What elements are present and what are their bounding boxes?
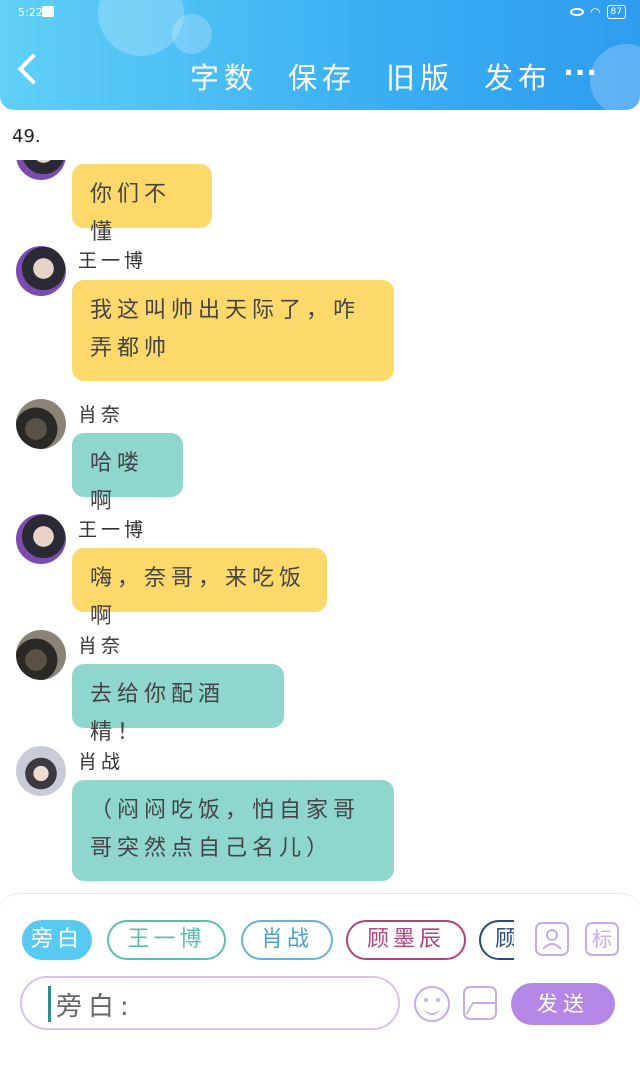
- mark-button[interactable]: 标: [585, 922, 619, 956]
- eye-icon: [570, 8, 585, 16]
- message-bubble[interactable]: （闷闷吃饭，怕自家哥哥突然点自己名儿）: [72, 780, 394, 881]
- message-bubble[interactable]: 我这叫帅出天际了，咋弄都帅: [72, 280, 394, 381]
- speaker-name: 肖奈: [78, 635, 125, 657]
- save-button[interactable]: 保存: [288, 55, 356, 97]
- header-bar: 5:22 ◠ 87 字数 保存 旧版 发布 ···: [0, 0, 640, 110]
- message-bubble[interactable]: 去给你配酒精！: [72, 664, 284, 745]
- avatar[interactable]: [16, 246, 66, 296]
- header-nav: 字数 保存 旧版 发布: [190, 55, 552, 97]
- role-chip-xiaozhan[interactable]: 肖战: [241, 920, 333, 960]
- input-prefix: 旁白:: [56, 992, 135, 1022]
- speaker-name: 肖奈: [78, 404, 125, 426]
- old-version-button[interactable]: 旧版: [386, 55, 454, 97]
- gallery-notification-icon: [42, 6, 54, 17]
- role-chip-narration[interactable]: 旁白: [22, 920, 92, 960]
- message-input[interactable]: 旁白:: [20, 976, 400, 1030]
- speaker-name: 王一博: [78, 250, 148, 272]
- speaker-name: 肖战: [78, 751, 125, 773]
- role-chip-gumochen[interactable]: 顾墨辰: [346, 920, 466, 960]
- image-icon[interactable]: [463, 986, 497, 1020]
- text-cursor: [48, 986, 51, 1022]
- wifi-icon: ◠: [590, 5, 601, 19]
- avatar[interactable]: [16, 746, 66, 796]
- publish-button[interactable]: 发布: [484, 55, 552, 97]
- message-bubble[interactable]: 嗨，奈哥，来吃饭啊: [72, 548, 327, 629]
- avatar[interactable]: [16, 399, 66, 449]
- avatar[interactable]: [16, 630, 66, 680]
- role-chip-bar[interactable]: 旁白 王一博 肖战 顾墨辰 顾: [22, 920, 514, 962]
- mark-label: 标: [592, 927, 612, 951]
- status-time: 5:22: [18, 6, 43, 19]
- send-button[interactable]: 发送: [511, 983, 615, 1025]
- message-bubble[interactable]: 你们不懂: [72, 164, 212, 245]
- chapter-number: 49.: [12, 126, 41, 147]
- role-chip-wangyibo[interactable]: 王一博: [107, 920, 226, 960]
- compose-panel: 旁白 王一博 肖战 顾墨辰 顾 标 旁白: 发送: [0, 893, 640, 1068]
- word-count-button[interactable]: 字数: [190, 55, 258, 97]
- message-bubble[interactable]: 哈喽啊: [72, 433, 183, 514]
- status-bar: 5:22 ◠ 87: [0, 0, 640, 26]
- back-arrow-icon[interactable]: [17, 53, 49, 85]
- battery-icon: 87: [606, 5, 626, 19]
- emoji-icon[interactable]: [414, 986, 450, 1022]
- person-icon: [542, 929, 562, 950]
- add-role-icon[interactable]: [535, 922, 569, 956]
- status-icons: ◠ 87: [570, 5, 626, 19]
- role-chip-partial[interactable]: 顾: [479, 920, 514, 960]
- avatar[interactable]: [16, 514, 66, 564]
- more-options-icon[interactable]: ···: [563, 56, 598, 89]
- speaker-name: 王一博: [78, 519, 148, 541]
